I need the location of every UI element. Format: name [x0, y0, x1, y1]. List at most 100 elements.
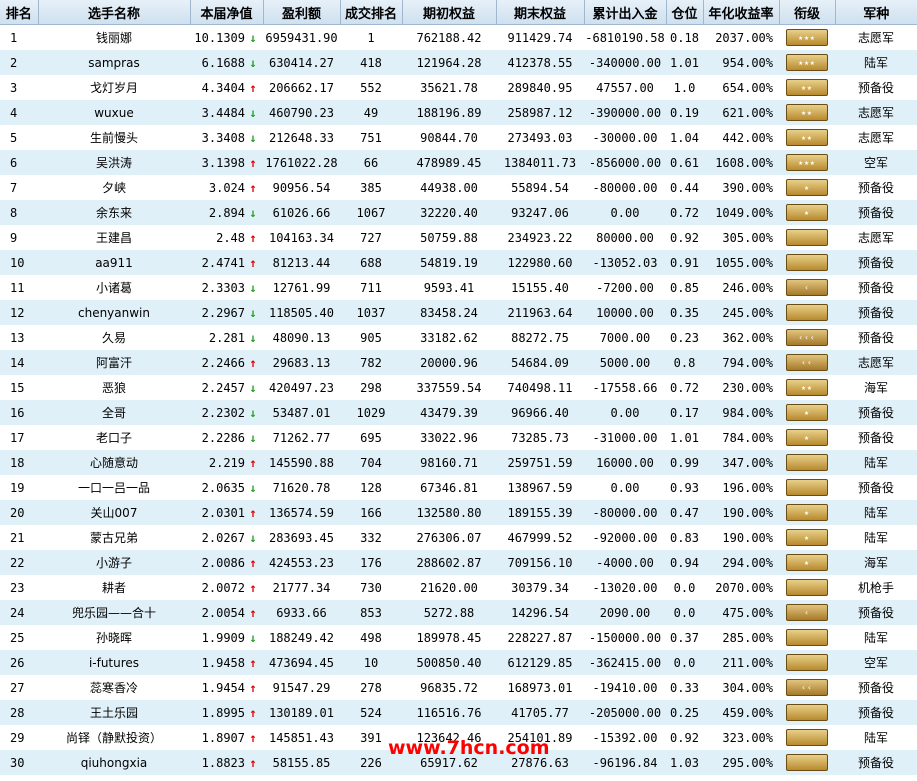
arrow-up-icon: ↑ [249, 580, 257, 595]
net-flow-cell: -13052.03 [584, 250, 666, 275]
col-header-start-equity[interactable]: 期初权益 [401, 0, 496, 25]
end-equity-cell: 1384011.73 [496, 150, 584, 175]
start-equity-cell: 5272.88 [402, 600, 496, 625]
player-name-cell[interactable]: 吴洪涛 [38, 150, 190, 175]
star-badge-icon: ★★★ [786, 54, 828, 71]
trade-rank-cell: 10 [340, 650, 402, 675]
player-name-cell[interactable]: 夕峡 [38, 175, 190, 200]
rank-cell: 6 [0, 150, 38, 175]
player-name-cell[interactable]: 小游子 [38, 550, 190, 575]
player-name-cell[interactable]: 戈灯岁月 [38, 75, 190, 100]
nav-value: 2.0072 [201, 580, 245, 595]
insignia-cell: ★ [779, 425, 835, 450]
player-name-cell[interactable]: 久易 [38, 325, 190, 350]
col-header-trade-rank[interactable]: 成交排名 [339, 0, 402, 25]
start-equity-cell: 33022.96 [402, 425, 496, 450]
col-header-name[interactable]: 选手名称 [37, 0, 190, 25]
col-header-end-equity[interactable]: 期末权益 [495, 0, 584, 25]
net-flow-cell: 0.00 [584, 200, 666, 225]
chevron-badge-icon: ‹‹ [786, 679, 828, 696]
player-name-cell[interactable]: 蕊寒香冷 [38, 675, 190, 700]
player-name-cell[interactable]: i-futures [38, 650, 190, 675]
col-header-position[interactable]: 仓位 [665, 0, 703, 25]
nav-cell: 2.0301 ↑ [190, 500, 263, 525]
nav-value: 2.894 [208, 205, 245, 220]
arrow-up-icon: ↑ [249, 680, 257, 695]
insignia-cell: ★ [779, 525, 835, 550]
player-name-cell[interactable]: chenyanwin [38, 300, 190, 325]
arrow-down-icon: ↓ [249, 380, 257, 395]
player-name-cell[interactable]: 王土乐园 [38, 700, 190, 725]
net-flow-cell: 47557.00 [584, 75, 666, 100]
col-header-annual-return[interactable]: 年化收益率 [702, 0, 779, 25]
star-badge-icon [786, 579, 828, 596]
player-name-cell[interactable]: 孙晓晖 [38, 625, 190, 650]
branch-cell: 陆军 [835, 450, 917, 475]
player-name-cell[interactable]: qiuhongxia [38, 750, 190, 775]
net-flow-cell: -340000.00 [584, 50, 666, 75]
player-name-cell[interactable]: 阿富汗 [38, 350, 190, 375]
player-name-cell[interactable]: 恶狼 [38, 375, 190, 400]
annual-return-cell: 1049.00% [703, 200, 779, 225]
col-header-rank[interactable]: 排名 [0, 0, 38, 25]
net-flow-cell: -13020.00 [584, 575, 666, 600]
start-equity-cell: 50759.88 [402, 225, 496, 250]
player-name-cell[interactable]: 全哥 [38, 400, 190, 425]
player-name-cell[interactable]: 一口一吕一品 [38, 475, 190, 500]
player-name-cell[interactable]: 生前慢头 [38, 125, 190, 150]
trade-rank-cell: 385 [340, 175, 402, 200]
annual-return-cell: 954.00% [703, 50, 779, 75]
trade-rank-cell: 418 [340, 50, 402, 75]
player-name-cell[interactable]: sampras [38, 50, 190, 75]
rank-cell: 11 [0, 275, 38, 300]
col-header-nav[interactable]: 本届净值 [189, 0, 263, 25]
player-name-cell[interactable]: 钱丽娜 [38, 24, 190, 50]
insignia-cell [779, 575, 835, 600]
position-cell: 0.0 [666, 600, 703, 625]
trade-rank-cell: 751 [340, 125, 402, 150]
insignia-cell [779, 700, 835, 725]
annual-return-cell: 196.00% [703, 475, 779, 500]
end-equity-cell: 709156.10 [496, 550, 584, 575]
rank-cell: 21 [0, 525, 38, 550]
insignia-cell [779, 475, 835, 500]
nav-cell: 10.1309 ↓ [190, 24, 263, 50]
col-header-branch[interactable]: 军种 [834, 0, 917, 25]
rank-cell: 8 [0, 200, 38, 225]
player-name-cell[interactable]: 余东来 [38, 200, 190, 225]
player-name-cell[interactable]: aa911 [38, 250, 190, 275]
player-name-cell[interactable]: 关山007 [38, 500, 190, 525]
profit-cell: 90956.54 [263, 175, 340, 200]
player-name-cell[interactable]: 蒙古兄弟 [38, 525, 190, 550]
position-cell: 1.0 [666, 75, 703, 100]
start-equity-cell: 188196.89 [402, 100, 496, 125]
player-name-cell[interactable]: 兜乐园——合十 [38, 600, 190, 625]
insignia-cell: ★ [779, 200, 835, 225]
net-flow-cell: -362415.00 [584, 650, 666, 675]
player-name-cell[interactable]: 耕者 [38, 575, 190, 600]
player-name-cell[interactable]: 尚铎（静默投资） [38, 725, 190, 750]
table-row: 21 蒙古兄弟 2.0267 ↓ 283693.45 332 276306.07 467999… [0, 525, 917, 550]
player-name-cell[interactable]: 心随意动 [38, 450, 190, 475]
branch-cell: 志愿军 [835, 225, 917, 250]
rank-cell: 19 [0, 475, 38, 500]
player-name-cell[interactable]: 老口子 [38, 425, 190, 450]
profit-cell: 6959431.90 [263, 24, 340, 50]
start-equity-cell: 337559.54 [402, 375, 496, 400]
player-name-cell[interactable]: wuxue [38, 100, 190, 125]
col-header-net-flow[interactable]: 累计出入金 [583, 0, 666, 25]
profit-cell: 71620.78 [263, 475, 340, 500]
player-name-cell[interactable]: 王建昌 [38, 225, 190, 250]
net-flow-cell: 80000.00 [584, 225, 666, 250]
rank-cell: 20 [0, 500, 38, 525]
net-flow-cell: -80000.00 [584, 500, 666, 525]
col-header-profit[interactable]: 盈利额 [262, 0, 340, 25]
col-header-insignia[interactable]: 衔级 [778, 0, 835, 25]
arrow-up-icon: ↑ [249, 730, 257, 745]
nav-value: 2.281 [208, 330, 245, 345]
annual-return-cell: 294.00% [703, 550, 779, 575]
start-equity-cell: 20000.96 [402, 350, 496, 375]
player-name-cell[interactable]: 小诸葛 [38, 275, 190, 300]
insignia-cell: ★★ [779, 75, 835, 100]
trade-rank-cell: 49 [340, 100, 402, 125]
